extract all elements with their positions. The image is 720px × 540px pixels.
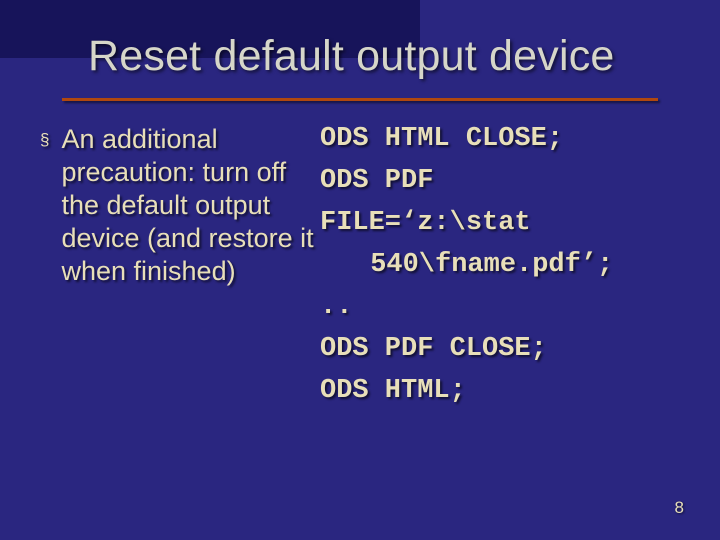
code-line-1: ODS HTML CLOSE; [320, 123, 680, 156]
title-underline [62, 98, 658, 101]
right-column: ODS HTML CLOSE; ODS PDF FILE=‘z:\stat 54… [320, 123, 680, 417]
bullet-mark: § [40, 123, 49, 157]
page-number: 8 [675, 498, 684, 518]
bullet-text: An additional precaution: turn off the d… [61, 123, 320, 288]
code-line-7: ODS HTML; [320, 375, 680, 408]
code-line-3: FILE=‘z:\stat [320, 207, 680, 240]
code-line-2: ODS PDF [320, 165, 680, 198]
left-column: § An additional precaution: turn off the… [40, 123, 320, 288]
code-line-6: ODS PDF CLOSE; [320, 333, 680, 366]
bullet-row: § An additional precaution: turn off the… [40, 123, 320, 288]
slide-body: § An additional precaution: turn off the… [40, 123, 680, 417]
slide: Reset default output device § An additio… [0, 0, 720, 540]
slide-title: Reset default output device [88, 32, 615, 81]
code-line-4: 540\fname.pdf’; [320, 249, 680, 282]
code-line-5: .. [320, 291, 680, 324]
